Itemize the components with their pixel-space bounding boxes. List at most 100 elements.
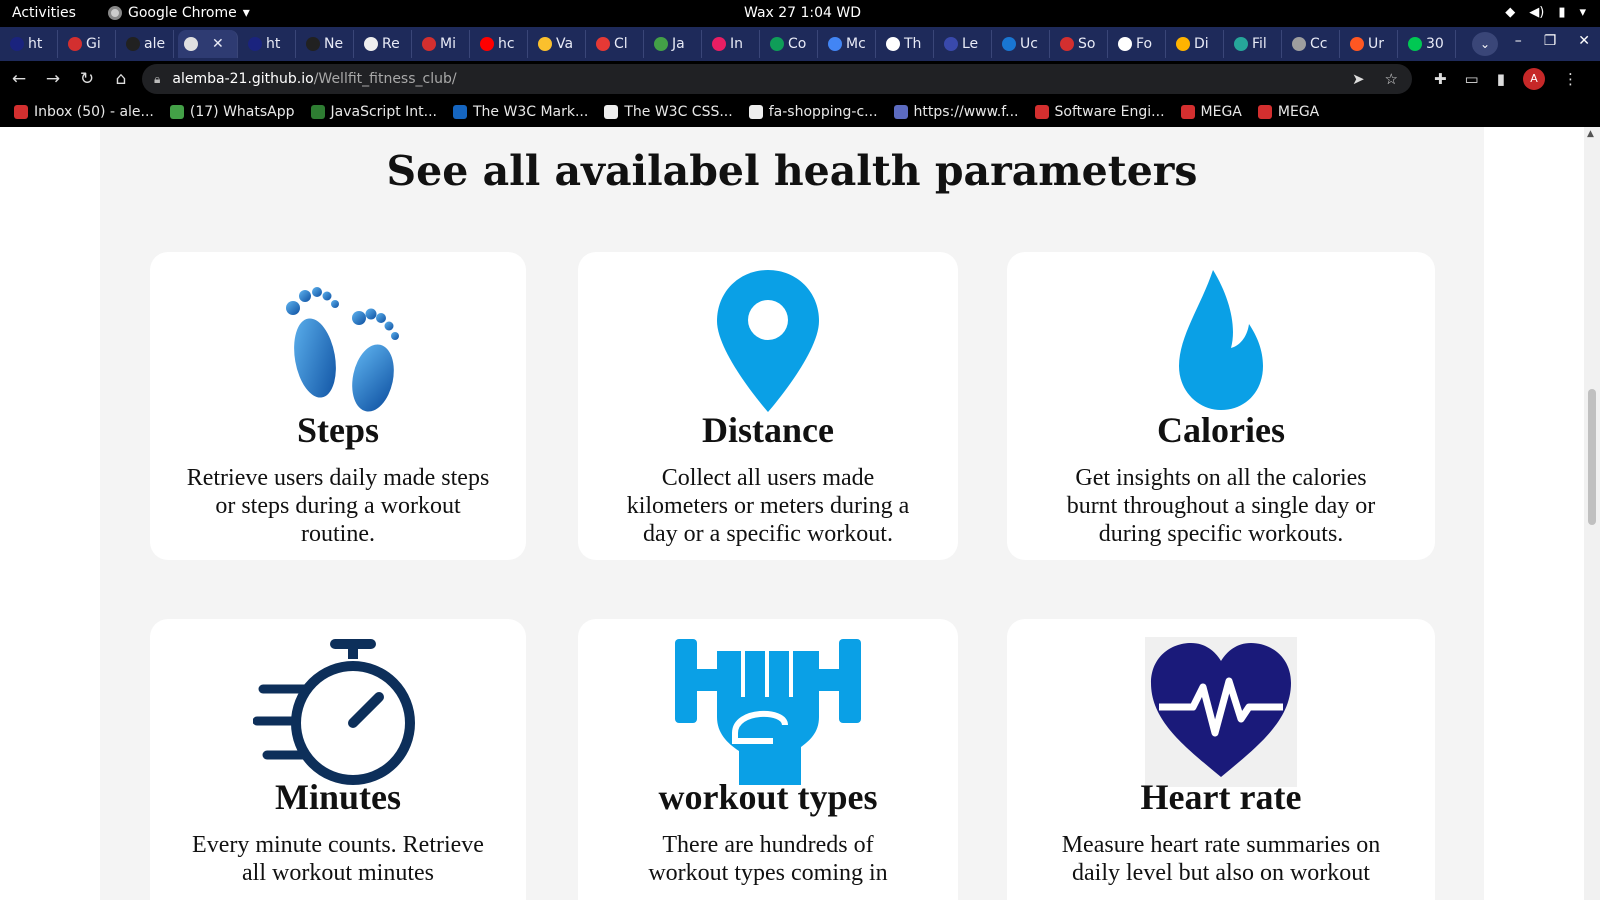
bookmark-label: fa-shopping-c... [768,104,878,120]
forward-button[interactable]: → [38,69,68,89]
activities-button[interactable]: Activities [12,5,76,21]
chevron-down-icon: ▾ [1579,5,1586,20]
tab[interactable]: Uc [996,30,1050,58]
tab-strip: ht Gi ale ✕ ht Ne Re Mi hc Va Cl Ja In Co Mc Th Le Uc So Fo… [0,27,1600,61]
card-steps: Steps Retrieve users daily made steps or… [150,252,526,560]
tab[interactable]: ht [4,30,58,58]
tab-favicon-icon [886,37,900,51]
bookmark-item[interactable]: Inbox (50) - ale... [14,104,154,120]
tab[interactable]: Ne [300,30,354,58]
bookmark-label: https://www.f... [913,104,1019,120]
tab-favicon-icon [422,37,436,51]
chevron-down-icon: ▾ [242,5,250,21]
card-description: There are hundreds of workout types comi… [648,832,888,886]
bookmark-item[interactable]: JavaScript Int... [310,104,437,120]
tab-label: Mc [846,36,866,52]
tab-active[interactable]: ✕ [178,30,238,58]
tab[interactable]: Mi [416,30,470,58]
address-bar[interactable]: 🔒︎ alemba-21.github.io/Wellfit_fitness_c… [142,64,1412,94]
minimize-icon[interactable]: – [1515,33,1522,49]
bookmark-item[interactable]: (17) WhatsApp [169,104,295,120]
tab-label: Co [788,36,807,52]
clock[interactable]: Wax 27 1:04 WD [744,5,861,21]
tab[interactable]: Ja [648,30,702,58]
reload-button[interactable]: ↻ [72,69,102,89]
bookmark-item[interactable]: The W3C CSS... [604,104,733,120]
bookmark-item[interactable]: Software Engi... [1034,104,1165,120]
tab-label: Th [904,36,922,52]
tab-favicon-icon [712,37,726,51]
battery-icon: ▮ [1558,5,1566,20]
tab[interactable]: Mc [822,30,876,58]
tab[interactable]: Fo [1112,30,1166,58]
tab-label: ht [266,36,281,52]
profile-avatar[interactable]: A [1523,68,1545,90]
system-tray[interactable]: ◆ ◀) ▮ ▾ [1505,5,1586,20]
bookmark-item[interactable]: https://www.f... [893,104,1019,120]
tab-favicon-icon [1176,37,1190,51]
close-icon[interactable]: ✕ [1578,33,1590,49]
bookmark-label: (17) WhatsApp [189,104,295,120]
back-button[interactable]: ← [4,69,34,89]
tab[interactable]: hc [474,30,528,58]
tab[interactable]: Gi [62,30,116,58]
bookmark-label: JavaScript Int... [330,104,437,120]
home-button[interactable]: ⌂ [106,69,136,89]
send-icon[interactable]: ➤ [1352,70,1365,88]
tab[interactable]: Ur [1344,30,1398,58]
tab-search-button[interactable]: ⌄ [1472,32,1498,56]
app-menu[interactable]: Google Chrome ▾ [108,5,250,21]
tab[interactable]: Co [764,30,818,58]
tab-favicon-icon [68,37,82,51]
side-panel-icon[interactable]: ▮ [1497,70,1505,88]
card-title: Distance [702,410,834,450]
scrollbar-thumb[interactable] [1588,389,1596,525]
bookmark-item[interactable]: MEGA [1180,104,1242,120]
bookmark-label: MEGA [1200,104,1242,120]
tab[interactable]: Le [938,30,992,58]
tab-favicon-icon [828,37,842,51]
browser-toolbar: ← → ↻ ⌂ 🔒︎ alemba-21.github.io/Wellfit_f… [0,61,1600,97]
tab[interactable]: Va [532,30,586,58]
bookmark-star-icon[interactable]: ☆ [1385,70,1398,88]
maximize-icon[interactable]: ❐ [1544,33,1557,49]
page-scrollbar[interactable]: ▲ [1584,127,1600,900]
tab-favicon-icon [1002,37,1016,51]
tab-label: ht [28,36,43,52]
tab[interactable]: Cc [1286,30,1340,58]
card-calories: Calories Get insights on all the calorie… [1007,252,1435,560]
bookmark-item[interactable]: The W3C Mark... [453,104,588,120]
bookmark-favicon-icon [1257,105,1272,119]
cast-icon[interactable]: ▭ [1465,70,1479,88]
bookmark-item[interactable]: MEGA [1257,104,1319,120]
extensions-puzzle-icon[interactable]: ✚ [1434,70,1447,88]
tab-favicon-icon [654,37,668,51]
more-menu-icon[interactable]: ⋮ [1563,70,1578,88]
bookmark-label: The W3C Mark... [473,104,589,120]
tab-label: Uc [1020,36,1038,52]
tab[interactable]: ht [242,30,296,58]
bookmark-favicon-icon [748,105,763,119]
card-workout-types: workout types There are hundreds of work… [578,619,958,900]
bookmark-favicon-icon [453,105,467,119]
url-text[interactable]: alemba-21.github.io/Wellfit_fitness_club… [172,71,456,87]
tab[interactable]: ale [120,30,174,58]
bookmark-item[interactable]: fa-shopping-c... [748,104,878,120]
tab-close-icon[interactable]: ✕ [212,36,224,52]
heart-rate-icon [1007,619,1435,787]
tab[interactable]: Th [880,30,934,58]
section-title: See all availabel health parameters [386,147,1198,195]
bookmark-favicon-icon [169,105,184,119]
tab[interactable]: So [1054,30,1108,58]
tab[interactable]: Fil [1228,30,1282,58]
scroll-up-icon[interactable]: ▲ [1587,129,1594,139]
tab[interactable]: Di [1170,30,1224,58]
tab[interactable]: In [706,30,760,58]
tab[interactable]: Cl [590,30,644,58]
tab[interactable]: Re [358,30,412,58]
tab[interactable]: 30 [1402,30,1456,58]
tab-label: In [730,36,744,52]
lock-icon[interactable]: 🔒︎ [154,72,160,87]
bookmark-label: Inbox (50) - ale... [34,104,154,120]
dumbbell-fist-icon [578,619,958,785]
